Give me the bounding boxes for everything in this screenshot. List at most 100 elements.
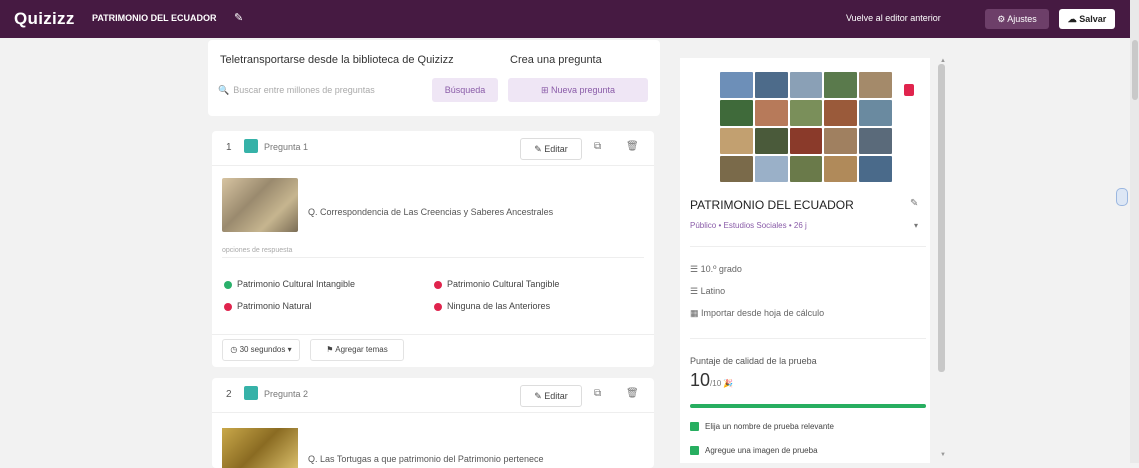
search-button[interactable]: Búsqueda bbox=[432, 78, 498, 102]
quizizz-logo[interactable]: Quizizz bbox=[14, 9, 75, 29]
side-panel-scrollbar-thumb[interactable] bbox=[938, 64, 945, 372]
incorrect-dot bbox=[434, 280, 442, 289]
cover-tile bbox=[720, 100, 753, 126]
correct-dot bbox=[224, 280, 232, 289]
incorrect-dot bbox=[224, 302, 232, 311]
cover-tile bbox=[720, 128, 753, 154]
tag-icon: ⚑ bbox=[326, 345, 336, 354]
new-question-label: Nueva pregunta bbox=[551, 85, 616, 95]
answer-text: Ninguna de las Anteriores bbox=[447, 301, 551, 311]
grade-field[interactable]: ☰ 10.º grado bbox=[690, 264, 742, 275]
import-sheet-link[interactable]: ▦ Importar desde hoja de cálculo bbox=[690, 308, 824, 319]
edit-label: Editar bbox=[544, 391, 568, 401]
time-label: 30 segundos bbox=[239, 345, 286, 354]
language-field[interactable]: ☰ Latino bbox=[690, 286, 725, 297]
duplicate-icon[interactable]: ⧉ bbox=[594, 141, 601, 152]
pencil-icon: ✎ bbox=[534, 144, 545, 154]
check-icon bbox=[690, 422, 699, 432]
check-icon bbox=[690, 446, 699, 456]
question-image[interactable] bbox=[222, 178, 298, 232]
new-question-button[interactable]: ⊞ Nueva pregunta bbox=[508, 78, 648, 102]
quiz-title: PATRIMONIO DEL ECUADOR bbox=[92, 13, 217, 23]
add-tags-button[interactable]: ⚑ Agregar temas bbox=[310, 339, 404, 361]
settings-button[interactable]: ⚙ Ajustes bbox=[985, 9, 1049, 29]
multiple-choice-icon bbox=[244, 386, 258, 400]
grade-label: 10.º grado bbox=[700, 264, 742, 274]
quality-check-item: Agregue una imagen de prueba bbox=[690, 446, 818, 456]
quality-score: 10/10 🎉 bbox=[690, 370, 733, 391]
quiz-name: PATRIMONIO DEL ECUADOR bbox=[690, 198, 854, 212]
cover-tile bbox=[789, 128, 823, 154]
question-number: 1 bbox=[226, 142, 232, 153]
import-panel: Teletransportarse desde la biblioteca de… bbox=[208, 40, 660, 116]
cover-tile bbox=[859, 72, 892, 98]
question-card: 1 Pregunta 1 ✎ Editar ⧉ 🗑 Q. Corresponde… bbox=[212, 131, 654, 367]
divider bbox=[222, 257, 644, 258]
cover-tile bbox=[824, 100, 858, 126]
cover-tile bbox=[824, 156, 858, 182]
quality-check-item: Elija un nombre de prueba relevante bbox=[690, 422, 834, 432]
answer-text: Patrimonio Natural bbox=[237, 301, 312, 311]
quality-score-fill bbox=[690, 404, 926, 408]
cover-tile bbox=[754, 128, 788, 154]
cover-tile bbox=[824, 128, 858, 154]
old-editor-link[interactable]: Vuelve al editor anterior bbox=[846, 13, 941, 23]
cover-tile bbox=[824, 72, 858, 98]
question-image[interactable] bbox=[222, 428, 298, 468]
spreadsheet-icon: ▦ bbox=[690, 308, 702, 318]
party-icon: 🎉 bbox=[721, 379, 734, 388]
library-search-input[interactable]: 🔍 Buscar entre millones de preguntas bbox=[218, 78, 424, 102]
trash-icon[interactable] bbox=[904, 84, 914, 96]
cover-tile bbox=[754, 156, 788, 182]
cover-tile bbox=[720, 156, 753, 182]
cover-tile bbox=[859, 100, 892, 126]
delete-icon[interactable]: 🗑 bbox=[626, 388, 639, 399]
score-max: /10 bbox=[710, 379, 722, 388]
answer-choices-label: opciones de respuesta bbox=[222, 247, 293, 254]
question-label: Pregunta 1 bbox=[264, 142, 309, 152]
cover-tile bbox=[859, 128, 892, 154]
language-label: Latino bbox=[700, 286, 726, 296]
gear-icon: ⚙ bbox=[997, 14, 1008, 24]
delete-icon[interactable]: 🗑 bbox=[626, 141, 639, 152]
teleport-heading: Teletransportarse desde la biblioteca de… bbox=[220, 54, 454, 66]
edit-question-button[interactable]: ✎ Editar bbox=[520, 138, 582, 160]
cover-tile bbox=[754, 100, 788, 126]
plus-icon: ⊞ bbox=[540, 85, 551, 95]
answer-text: Patrimonio Cultural Tangible bbox=[447, 279, 560, 289]
multiple-choice-icon bbox=[244, 139, 258, 153]
quality-score-title: Puntaje de calidad de la prueba bbox=[690, 356, 817, 366]
pencil-icon: ✎ bbox=[534, 391, 545, 401]
edit-question-button[interactable]: ✎ Editar bbox=[520, 385, 582, 407]
check-text: Elija un nombre de prueba relevante bbox=[705, 422, 834, 431]
question-card: 2 Pregunta 2 ✎ Editar ⧉ 🗑 Q. Las Tortuga… bbox=[212, 378, 654, 468]
page-scrollbar-thumb[interactable] bbox=[1132, 40, 1138, 100]
microphone-icon[interactable] bbox=[1116, 188, 1128, 206]
time-limit-dropdown[interactable]: ◷ 30 segundos ▾ bbox=[222, 339, 300, 361]
language-icon: ☰ bbox=[690, 286, 701, 296]
answer-option: Ninguna de las Anteriores bbox=[434, 301, 550, 311]
import-sheet-label: Importar desde hoja de cálculo bbox=[701, 308, 825, 318]
question-number: 2 bbox=[226, 389, 232, 400]
chevron-down-icon[interactable]: ▾ bbox=[914, 221, 918, 230]
scroll-down-arrow-icon[interactable]: ▼ bbox=[940, 452, 946, 458]
cloud-save-icon: ☁ bbox=[1067, 14, 1080, 24]
cover-tile bbox=[789, 72, 823, 98]
divider bbox=[212, 334, 654, 335]
question-text: Q. Correspondencia de Las Creencias y Sa… bbox=[308, 207, 554, 217]
save-button[interactable]: ☁ Salvar bbox=[1059, 9, 1115, 29]
quiz-cover-image[interactable] bbox=[720, 72, 892, 182]
cover-tile bbox=[789, 156, 823, 182]
answer-option: Patrimonio Cultural Tangible bbox=[434, 279, 559, 289]
quiz-details-panel: PATRIMONIO DEL ECUADOR ✎ Público • Estud… bbox=[680, 58, 930, 463]
cover-tile bbox=[720, 72, 753, 98]
check-text: Agregue una imagen de prueba bbox=[705, 446, 818, 455]
quiz-meta[interactable]: Público • Estudios Sociales • 26 j bbox=[690, 221, 807, 230]
top-bar: Quizizz PATRIMONIO DEL ECUADOR ✎ Vuelve … bbox=[0, 0, 1139, 38]
answer-text: Patrimonio Cultural Intangible bbox=[237, 279, 356, 289]
duplicate-icon[interactable]: ⧉ bbox=[594, 388, 601, 399]
cover-tile bbox=[859, 156, 892, 182]
pencil-icon[interactable]: ✎ bbox=[234, 11, 243, 24]
pencil-icon[interactable]: ✎ bbox=[910, 198, 918, 209]
edit-label: Editar bbox=[544, 144, 568, 154]
